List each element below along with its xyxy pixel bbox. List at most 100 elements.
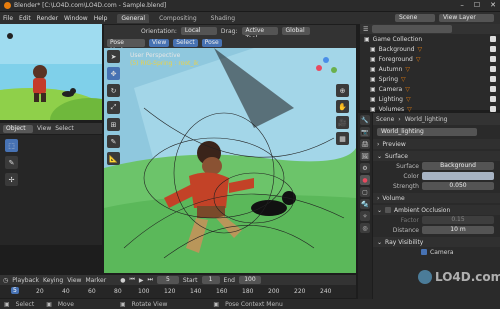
- camera-preview[interactable]: [0, 24, 102, 120]
- timeline-view-menu[interactable]: View: [67, 277, 81, 284]
- ao-checkbox[interactable]: [385, 207, 392, 213]
- object-icon[interactable]: ▢: [360, 187, 370, 197]
- outliner-row[interactable]: ▣ Spring ▽: [360, 74, 500, 84]
- object-mode-dropdown[interactable]: Object: [3, 124, 33, 133]
- jump-start-icon[interactable]: ⏮: [129, 276, 134, 284]
- viewport-view-menu[interactable]: View: [149, 38, 170, 47]
- properties-breadcrumb: Scene › World_lighting: [373, 113, 500, 125]
- tab-compositing[interactable]: Compositing: [155, 14, 201, 23]
- outliner-header: ☰: [360, 24, 500, 34]
- current-frame-marker[interactable]: 5: [11, 287, 19, 294]
- marker-menu[interactable]: Marker: [85, 277, 106, 284]
- distance-label: Distance: [392, 226, 419, 234]
- visibility-checkbox[interactable]: [490, 96, 496, 102]
- drag-dropdown[interactable]: Active Tool: [241, 27, 278, 42]
- section-ray-visibility[interactable]: ⌄ Ray Visibility: [373, 237, 500, 247]
- world-selector[interactable]: World_lighting: [377, 128, 477, 136]
- outliner-search[interactable]: [372, 25, 453, 33]
- pivot-dropdown[interactable]: Global: [281, 27, 310, 35]
- record-icon[interactable]: ●: [120, 277, 125, 284]
- visibility-checkbox[interactable]: [490, 106, 496, 112]
- view-layer-icon[interactable]: 🖼: [360, 151, 370, 161]
- outliner-row[interactable]: ▣ Lighting ▽: [360, 94, 500, 104]
- triangle-icon: ▽: [415, 55, 421, 63]
- scale-tool-icon[interactable]: ⤢: [107, 101, 120, 114]
- cursor-tool-icon[interactable]: ➤: [107, 50, 120, 63]
- view-layer-selector[interactable]: View Layer: [439, 14, 494, 22]
- camera-checkbox[interactable]: [421, 249, 427, 255]
- perspective-icon[interactable]: ▦: [336, 132, 349, 145]
- tool-settings-icon[interactable]: 🔧: [360, 115, 370, 125]
- output-icon[interactable]: 🖨: [360, 139, 370, 149]
- menu-file[interactable]: File: [3, 15, 13, 22]
- render-icon[interactable]: 📷: [360, 127, 370, 137]
- chevron-right-icon: ›: [398, 115, 401, 123]
- timeline-ruler[interactable]: 5 0 20 40 60 80 100 120 140 160 180 200 …: [0, 285, 356, 298]
- timeline-editor-icon[interactable]: ◷: [3, 277, 8, 284]
- transform-tool-icon[interactable]: ✢: [5, 173, 18, 186]
- maximize-icon[interactable]: ☐: [474, 1, 480, 9]
- distance-field[interactable]: 10 m: [422, 226, 494, 234]
- current-frame-field[interactable]: 5: [156, 276, 179, 284]
- start-frame-field[interactable]: 1: [201, 276, 220, 284]
- particles-icon[interactable]: ✧: [360, 211, 370, 221]
- section-ambient-occlusion[interactable]: ⌄ Ambient Occlusion: [373, 205, 500, 215]
- left-view-menu[interactable]: View: [37, 125, 51, 132]
- outliner-row[interactable]: ▣ Autumn ▽: [360, 64, 500, 74]
- outliner-row[interactable]: ▣ Game Collection: [360, 34, 500, 44]
- transform-icon[interactable]: ⊞: [107, 118, 120, 131]
- 3d-viewport[interactable]: User Perspective (5) RIG-Spring : root_i…: [104, 48, 356, 273]
- orientation-label: Orientation:: [141, 27, 177, 35]
- left-select-menu[interactable]: Select: [55, 125, 74, 132]
- scene-icon[interactable]: ⚙: [360, 163, 370, 173]
- camera-view-icon[interactable]: 🎥: [336, 116, 349, 129]
- minimize-icon[interactable]: –: [460, 1, 464, 9]
- move-tool-icon[interactable]: ✥: [107, 67, 120, 80]
- pan-hand-icon[interactable]: ✋: [336, 100, 349, 113]
- visibility-checkbox[interactable]: [490, 36, 496, 42]
- strength-field[interactable]: 0.050: [422, 182, 494, 190]
- keying-menu[interactable]: Keying: [43, 277, 63, 284]
- color-swatch[interactable]: [422, 172, 494, 180]
- select-box-tool-icon[interactable]: ⬚: [5, 139, 18, 152]
- annotate-icon[interactable]: ✎: [107, 135, 120, 148]
- properties-tabs: 🔧 📷 🖨 🖼 ⚙ ● ▢ 🔩 ✧ ◎: [358, 113, 372, 299]
- menu-window[interactable]: Window: [64, 15, 88, 22]
- section-surface[interactable]: ⌄ Surface: [373, 151, 500, 161]
- tab-general[interactable]: General: [117, 13, 150, 23]
- modifier-icon[interactable]: 🔩: [360, 199, 370, 209]
- menu-help[interactable]: Help: [94, 15, 108, 22]
- close-icon[interactable]: ✕: [490, 1, 496, 9]
- measure-icon[interactable]: 📐: [107, 152, 120, 165]
- visibility-checkbox[interactable]: [490, 86, 496, 92]
- annotate-tool-icon[interactable]: ✎: [5, 156, 18, 169]
- orientation-dropdown[interactable]: Local: [180, 27, 217, 35]
- zoom-icon[interactable]: ⊕: [336, 84, 349, 97]
- rotate-tool-icon[interactable]: ↻: [107, 84, 120, 97]
- factor-field[interactable]: 0.15: [422, 216, 494, 224]
- menu-render[interactable]: Render: [37, 15, 58, 22]
- section-volume[interactable]: › Volume: [373, 193, 500, 203]
- viewport-pose-menu[interactable]: Pose: [201, 38, 222, 47]
- play-icon[interactable]: ▶: [139, 277, 144, 284]
- visibility-checkbox[interactable]: [490, 76, 496, 82]
- viewport-select-menu[interactable]: Select: [173, 38, 198, 47]
- surface-dropdown[interactable]: Background: [422, 162, 494, 170]
- world-icon[interactable]: ●: [360, 175, 370, 185]
- visibility-checkbox[interactable]: [490, 56, 496, 62]
- outliner-row[interactable]: ▣ Camera ▽: [360, 84, 500, 94]
- menu-edit[interactable]: Edit: [19, 15, 31, 22]
- jump-end-icon[interactable]: ⏭: [147, 276, 152, 284]
- pose-mode-dropdown[interactable]: Pose Mode: [107, 38, 145, 54]
- outliner-row[interactable]: ▣ Background ▽: [360, 44, 500, 54]
- outliner-row[interactable]: ▣ Foreground ▽: [360, 54, 500, 64]
- tab-shading[interactable]: Shading: [207, 14, 239, 23]
- visibility-checkbox[interactable]: [490, 46, 496, 52]
- physics-icon[interactable]: ◎: [360, 223, 370, 233]
- section-preview[interactable]: › Preview: [373, 139, 500, 149]
- end-frame-field[interactable]: 100: [238, 276, 261, 284]
- outliner-filter-icon[interactable]: ☰: [363, 26, 368, 33]
- playback-menu[interactable]: Playback: [12, 277, 39, 284]
- scene-selector[interactable]: Scene: [395, 14, 435, 22]
- visibility-checkbox[interactable]: [490, 66, 496, 72]
